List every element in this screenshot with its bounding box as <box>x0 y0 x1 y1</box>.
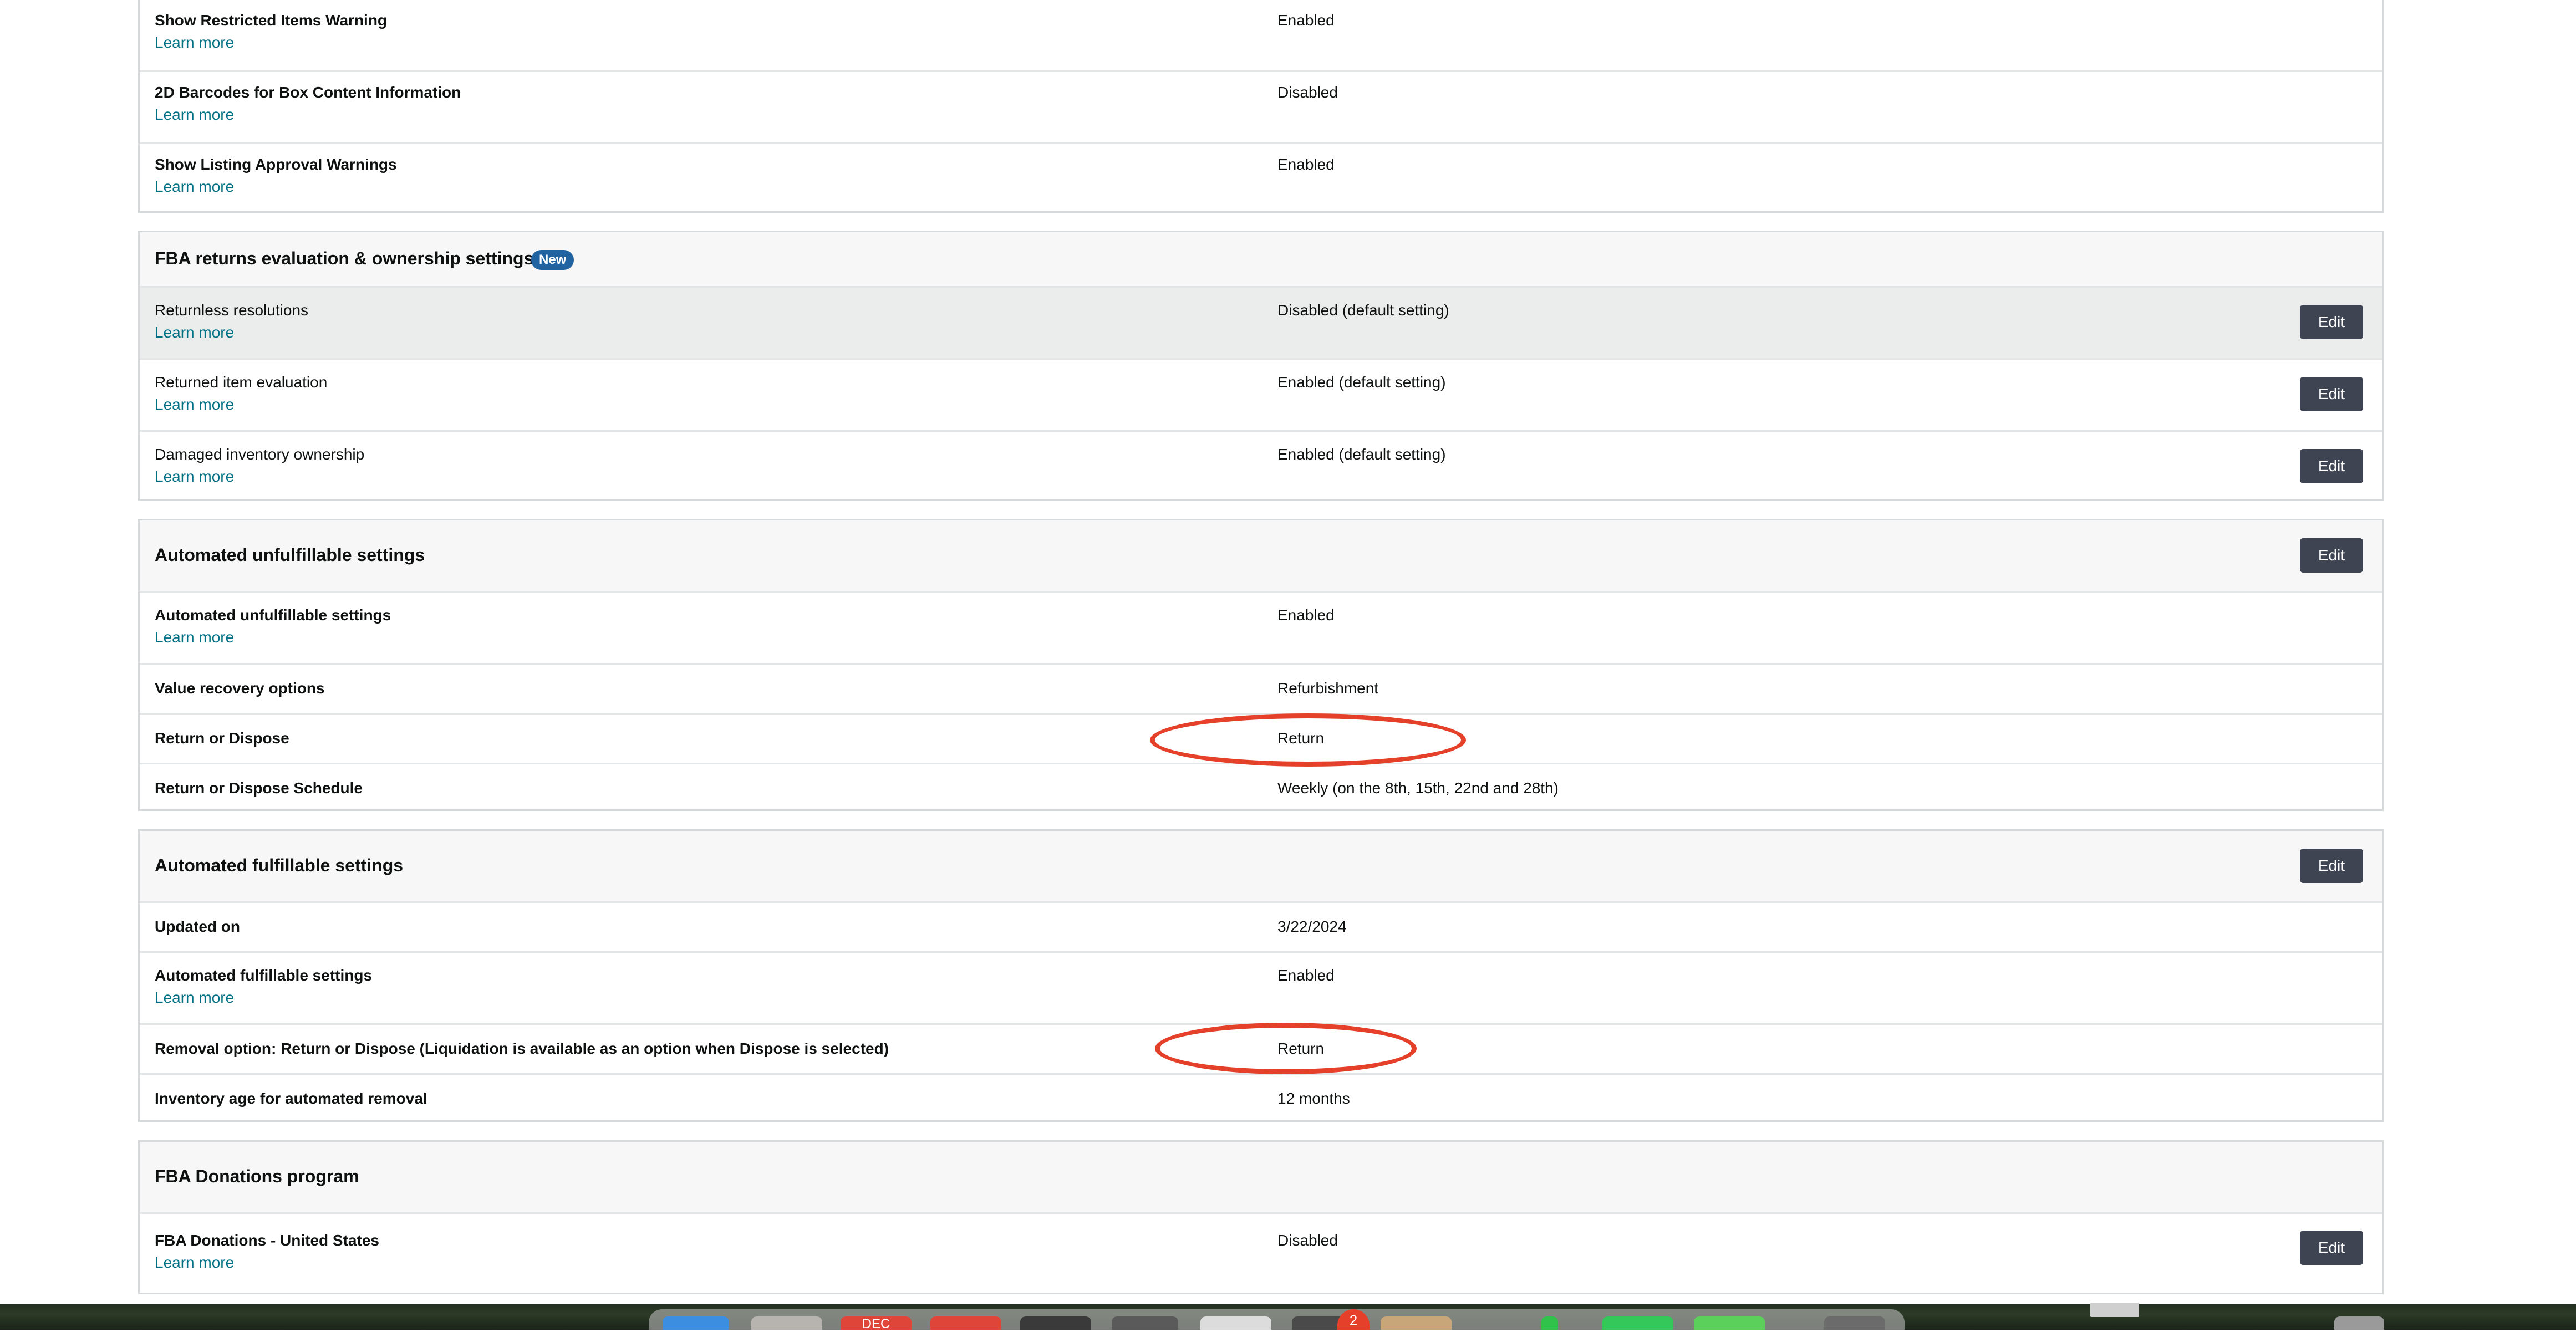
section-header: Automated unfulfillable settings Edit <box>140 520 2382 591</box>
settings-row: Show Listing Approval Warnings Learn mor… <box>140 142 2382 215</box>
trash-icon[interactable] <box>1824 1316 1885 1330</box>
settings-row: Returnless resolutions Learn more Disabl… <box>140 286 2382 358</box>
setting-label: FBA Donations - United States <box>155 1232 379 1249</box>
edit-button[interactable]: Edit <box>2300 377 2363 411</box>
settings-row: 2D Barcodes for Box Content Information … <box>140 70 2382 142</box>
setting-value: Enabled <box>1277 606 1335 624</box>
setting-label: Updated on <box>155 918 240 935</box>
setting-label: 2D Barcodes for Box Content Information <box>155 84 461 101</box>
setting-label: Value recovery options <box>155 680 325 697</box>
setting-value: Return <box>1277 1040 1325 1057</box>
setting-value: Enabled <box>1277 156 1335 173</box>
section-header: FBA Donations program <box>140 1142 2382 1212</box>
calendar-icon[interactable]: DEC <box>841 1316 912 1331</box>
general-settings-panel: Show Restricted Items Warning Learn more… <box>138 0 2384 213</box>
unfulfillable-settings-panel: Automated unfulfillable settings Edit Au… <box>138 519 2384 811</box>
setting-value: 12 months <box>1277 1090 1350 1107</box>
learn-more-link[interactable]: Learn more <box>155 33 234 53</box>
mail-icon[interactable] <box>1200 1316 1271 1330</box>
settings-row: Return or Dispose Return <box>140 713 2382 763</box>
settings-row: Automated unfulfillable settings Learn m… <box>140 591 2382 663</box>
settings-row: Show Restricted Items Warning Learn more… <box>140 0 2382 70</box>
learn-more-link[interactable]: Learn more <box>155 395 234 415</box>
settings-row: Damaged inventory ownership Learn more E… <box>140 430 2382 499</box>
setting-value: Enabled <box>1277 12 1335 29</box>
launchpad-icon[interactable] <box>751 1316 822 1330</box>
edit-button[interactable]: Edit <box>2300 538 2363 573</box>
section-header: FBA returns evaluation & ownership setti… <box>140 232 2382 286</box>
setting-label: Show Listing Approval Warnings <box>155 156 397 173</box>
setting-value: Weekly (on the 8th, 15th, 22nd and 28th) <box>1277 779 1559 797</box>
learn-more-link[interactable]: Learn more <box>155 988 234 1008</box>
setting-value: 3/22/2024 <box>1277 918 1347 935</box>
edit-button[interactable]: Edit <box>2300 305 2363 339</box>
donations-panel: FBA Donations program FBA Donations - Un… <box>138 1140 2384 1294</box>
learn-more-link[interactable]: Learn more <box>155 323 234 343</box>
setting-label: Returnless resolutions <box>155 302 309 319</box>
settings-row: Inventory age for automated removal 12 m… <box>140 1073 2382 1122</box>
settings-row: Updated on 3/22/2024 <box>140 901 2382 951</box>
downloads-icon[interactable] <box>2090 1303 2139 1317</box>
section-header: Automated fulfillable settings Edit <box>140 831 2382 901</box>
settings-row: Automated fulfillable settings Learn mor… <box>140 951 2382 1023</box>
fulfillable-settings-panel: Automated fulfillable settings Edit Upda… <box>138 829 2384 1122</box>
setting-value: Refurbishment <box>1277 680 1379 697</box>
edit-button[interactable]: Edit <box>2300 449 2363 483</box>
terminal-icon[interactable] <box>1020 1316 1091 1330</box>
section-title: Automated unfulfillable settings <box>155 545 425 565</box>
setting-label: Return or Dispose Schedule <box>155 779 363 797</box>
settings-row: FBA Donations - United States Learn more… <box>140 1212 2382 1293</box>
learn-more-link[interactable]: Learn more <box>155 1253 234 1273</box>
setting-label: Returned item evaluation <box>155 374 328 391</box>
contacts-icon[interactable] <box>1381 1316 1452 1330</box>
numbers-icon[interactable] <box>1541 1316 1558 1330</box>
setting-value: Disabled (default setting) <box>1277 302 1449 319</box>
setting-label: Return or Dispose <box>155 729 289 747</box>
setting-label: Automated unfulfillable settings <box>155 606 391 624</box>
new-badge: New <box>531 250 574 270</box>
settings-row: Value recovery options Refurbishment <box>140 663 2382 713</box>
setting-value: Enabled (default setting) <box>1277 446 1446 463</box>
learn-more-link[interactable]: Learn more <box>155 627 234 647</box>
edit-button[interactable]: Edit <box>2300 849 2363 883</box>
setting-value: Disabled <box>1277 84 1338 101</box>
section-title: Automated fulfillable settings <box>155 855 404 875</box>
section-title: FBA Donations program <box>155 1166 359 1186</box>
setting-label: Removal option: Return or Dispose (Liqui… <box>155 1040 889 1057</box>
settings-row: Returned item evaluation Learn more Enab… <box>140 358 2382 430</box>
setting-value: Enabled (default setting) <box>1277 374 1446 391</box>
facetime-icon[interactable] <box>1694 1316 1765 1330</box>
chrome-icon[interactable] <box>930 1316 1001 1330</box>
github-icon[interactable] <box>1112 1316 1178 1330</box>
document-icon[interactable] <box>2334 1316 2384 1330</box>
learn-more-link[interactable]: Learn more <box>155 177 234 197</box>
settings-row: Return or Dispose Schedule Weekly (on th… <box>140 763 2382 811</box>
edit-button[interactable]: Edit <box>2300 1231 2363 1265</box>
learn-more-link[interactable]: Learn more <box>155 105 234 125</box>
setting-label: Automated fulfillable settings <box>155 967 373 984</box>
setting-value: Return <box>1277 729 1325 747</box>
setting-label: Damaged inventory ownership <box>155 446 365 463</box>
settings-row: Removal option: Return or Dispose (Liqui… <box>140 1023 2382 1073</box>
learn-more-link[interactable]: Learn more <box>155 467 234 487</box>
setting-value: Enabled <box>1277 967 1335 984</box>
messages-icon[interactable] <box>1602 1316 1673 1330</box>
finder-icon[interactable] <box>663 1316 729 1330</box>
returns-evaluation-panel: FBA returns evaluation & ownership setti… <box>138 231 2384 501</box>
section-title: FBA returns evaluation & ownership setti… <box>155 248 534 268</box>
setting-label: Inventory age for automated removal <box>155 1090 427 1107</box>
setting-label: Show Restricted Items Warning <box>155 12 388 29</box>
setting-value: Disabled <box>1277 1232 1338 1249</box>
